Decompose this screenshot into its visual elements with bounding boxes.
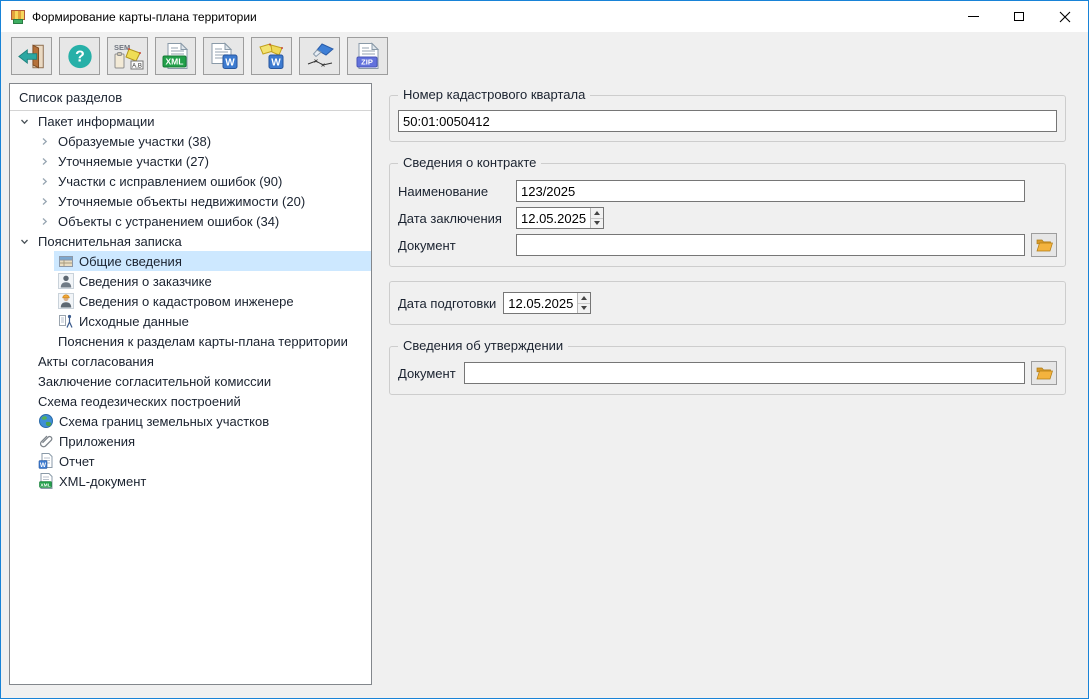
preparation-date-input[interactable]: 12.05.2025	[503, 292, 591, 314]
tree-item-xml-document[interactable]: XML XML-документ	[10, 471, 371, 491]
contract-date-input[interactable]: 12.05.2025	[516, 207, 604, 229]
approval-document-input[interactable]	[464, 362, 1025, 384]
approval-group: Сведения об утверждении Документ	[389, 346, 1066, 395]
paperclip-icon	[38, 433, 54, 449]
toolbar: ? SEM A,B XML	[1, 32, 1088, 81]
folder-icon	[1036, 366, 1053, 380]
exit-button[interactable]	[11, 37, 52, 75]
maximize-button[interactable]	[996, 1, 1042, 32]
zip-doc-icon: ZIP	[353, 42, 383, 70]
spin-down-button[interactable]	[591, 219, 603, 229]
tree-item-section-explanations[interactable]: Пояснения к разделам карты-плана террито…	[10, 331, 371, 351]
contract-group: Сведения о контракте Наименование Дата з…	[389, 163, 1066, 267]
svg-text:W: W	[225, 58, 235, 69]
survey-data-icon	[58, 313, 74, 329]
svg-text:W: W	[271, 58, 281, 69]
general-info-icon	[58, 253, 74, 269]
tree-item-error-removal-objects[interactable]: Объекты с устранением ошибок (34)	[10, 211, 371, 231]
erase-drawing-icon	[305, 42, 335, 70]
help-icon: ?	[66, 43, 94, 70]
tree-item-clarified-parcels[interactable]: Уточняемые участки (27)	[10, 151, 371, 171]
cadastral-quarter-input[interactable]	[398, 110, 1057, 132]
tree-item-general-info[interactable]: Общие сведения	[10, 251, 371, 271]
sem-export-icon: SEM A,B	[112, 42, 144, 70]
folder-icon	[1036, 238, 1053, 252]
tree-item-commission-conclusion[interactable]: Заключение согласительной комиссии	[10, 371, 371, 391]
engineer-icon	[58, 293, 74, 309]
word-map-icon: W	[257, 42, 287, 70]
preparation-date-label: Дата подготовки	[398, 296, 496, 311]
contract-document-input[interactable]	[516, 234, 1025, 256]
contract-document-label: Документ	[398, 238, 516, 253]
spin-up-button[interactable]	[578, 293, 590, 304]
spin-down-button[interactable]	[578, 304, 590, 314]
tree-item-source-data[interactable]: Исходные данные	[10, 311, 371, 331]
approval-document-browse-button[interactable]	[1031, 361, 1057, 385]
tree-item-engineer-info[interactable]: Сведения о кадастровом инженере	[10, 291, 371, 311]
tree-item-approval-acts[interactable]: Акты согласования	[10, 351, 371, 371]
tree-item-clarified-objects[interactable]: Уточняемые объекты недвижимости (20)	[10, 191, 371, 211]
globe-icon	[38, 413, 54, 429]
word-small-icon: W	[38, 453, 54, 469]
tree-item-formed-parcels[interactable]: Образуемые участки (38)	[10, 131, 371, 151]
word-doc-icon: W	[209, 42, 239, 70]
contract-name-label: Наименование	[398, 184, 516, 199]
svg-text:W: W	[40, 462, 47, 469]
xml-export-button[interactable]: XML	[155, 37, 196, 75]
contract-name-input[interactable]	[516, 180, 1025, 202]
help-button[interactable]: ?	[59, 37, 100, 75]
svg-text:A,B: A,B	[132, 64, 142, 70]
erase-drawing-button[interactable]	[299, 37, 340, 75]
tree-header: Список разделов	[10, 84, 371, 111]
close-icon	[1059, 11, 1071, 23]
cadastral-quarter-title: Номер кадастрового квартала	[398, 87, 590, 102]
xml-small-icon: XML	[38, 473, 54, 489]
exit-door-icon	[17, 43, 47, 70]
approval-document-label: Документ	[398, 366, 456, 381]
tree-item-attachments[interactable]: Приложения	[10, 431, 371, 451]
approval-group-title: Сведения об утверждении	[398, 338, 568, 353]
app-icon	[10, 9, 26, 25]
word-export-button[interactable]: W	[203, 37, 244, 75]
tree-item-geodetic-scheme[interactable]: Схема геодезических построений	[10, 391, 371, 411]
svg-text:?: ?	[75, 48, 85, 65]
tree-item-boundaries-scheme[interactable]: Схема границ земельных участков	[10, 411, 371, 431]
tree-item-report[interactable]: W Отчет	[10, 451, 371, 471]
tree-item-error-fix-parcels[interactable]: Участки с исправлением ошибок (90)	[10, 171, 371, 191]
xml-doc-icon: XML	[161, 42, 191, 70]
svg-text:SEM: SEM	[114, 43, 130, 52]
cadastral-quarter-group: Номер кадастрового квартала	[389, 95, 1066, 142]
svg-text:XML: XML	[165, 57, 183, 67]
minimize-button[interactable]	[950, 1, 996, 32]
preparation-date-group: Дата подготовки 12.05.2025	[389, 281, 1066, 325]
tree-item-package-info[interactable]: Пакет информации	[10, 111, 371, 131]
sem-export-button[interactable]: SEM A,B	[107, 37, 148, 75]
window-title: Формирование карты-плана территории	[32, 10, 257, 24]
tree-item-explanatory-note[interactable]: Пояснительная записка	[10, 231, 371, 251]
contract-group-title: Сведения о контракте	[398, 155, 541, 170]
app-window: Формирование карты-плана территории ?	[0, 0, 1089, 699]
svg-text:ZIP: ZIP	[361, 58, 373, 67]
customer-icon	[58, 273, 74, 289]
details-form: Номер кадастрового квартала Сведения о к…	[389, 81, 1066, 395]
spin-up-button[interactable]	[591, 208, 603, 219]
title-bar: Формирование карты-плана территории	[1, 1, 1088, 32]
svg-text:XML: XML	[40, 482, 50, 488]
word-map-export-button[interactable]: W	[251, 37, 292, 75]
tree-item-customer-info[interactable]: Сведения о заказчике	[10, 271, 371, 291]
contract-date-label: Дата заключения	[398, 211, 516, 226]
close-button[interactable]	[1042, 1, 1088, 32]
sections-panel: Список разделов Пакет информации Образуе…	[9, 83, 372, 685]
contract-document-browse-button[interactable]	[1031, 233, 1057, 257]
zip-export-button[interactable]: ZIP	[347, 37, 388, 75]
